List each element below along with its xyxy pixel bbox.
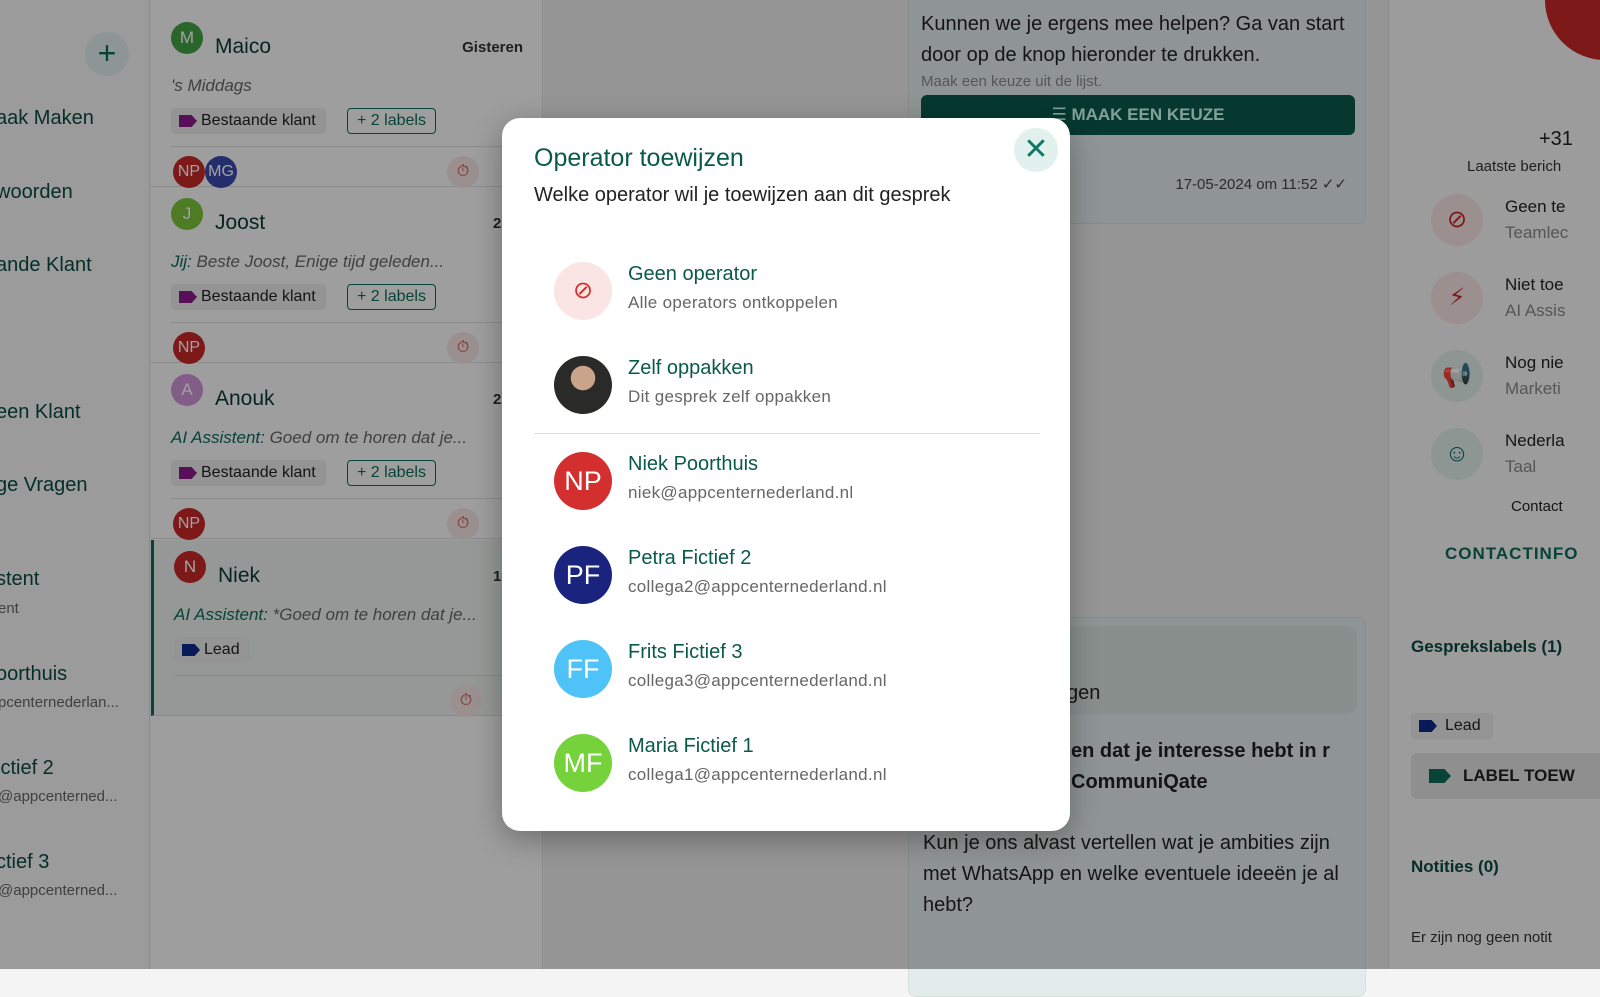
option-email: niek@appcenternederland.nl	[628, 483, 854, 502]
dialog-subtitle: Welke operator wil je toewijzen aan dit …	[534, 184, 951, 206]
option-name: Petra Fictief 2	[628, 547, 752, 569]
option-name: Geen operator	[628, 263, 757, 285]
option-operator[interactable]: MF Maria Fictief 1 collega1@appcenterned…	[534, 723, 1040, 803]
option-email: collega3@appcenternederland.nl	[628, 671, 887, 690]
operator-avatar: FF	[554, 640, 612, 698]
operator-avatar: PF	[554, 546, 612, 604]
option-email: collega2@appcenternederland.nl	[628, 577, 887, 596]
close-button[interactable]: ✕	[1014, 128, 1058, 172]
operator-avatar: MF	[554, 734, 612, 792]
assign-operator-dialog: Operator toewijzen Welke operator wil je…	[502, 118, 1070, 831]
option-operator[interactable]: FF Frits Fictief 3 collega3@appcenterned…	[534, 629, 1040, 709]
close-icon: ✕	[1023, 133, 1049, 166]
option-name: Zelf oppakken	[628, 357, 754, 379]
option-operator[interactable]: PF Petra Fictief 2 collega2@appcenterned…	[534, 535, 1040, 615]
dialog-title: Operator toewijzen	[534, 144, 744, 172]
person-off-icon: ⊘	[554, 262, 612, 320]
user-photo	[554, 356, 612, 414]
option-operator[interactable]: NP Niek Poorthuis niek@appcenternederlan…	[534, 441, 1040, 521]
option-email: collega1@appcenternederland.nl	[628, 765, 887, 784]
option-name: Niek Poorthuis	[628, 453, 759, 475]
option-sub: Dit gesprek zelf oppakken	[628, 387, 832, 406]
operator-avatar: NP	[554, 452, 612, 510]
option-name: Frits Fictief 3	[628, 641, 743, 663]
option-sub: Alle operators ontkoppelen	[628, 293, 839, 312]
option-no-operator[interactable]: ⊘ Geen operator Alle operators ontkoppel…	[534, 251, 1040, 331]
divider	[534, 433, 1040, 434]
option-self-assign[interactable]: Zelf oppakken Dit gesprek zelf oppakken	[534, 345, 1040, 425]
option-name: Maria Fictief 1	[628, 735, 754, 757]
